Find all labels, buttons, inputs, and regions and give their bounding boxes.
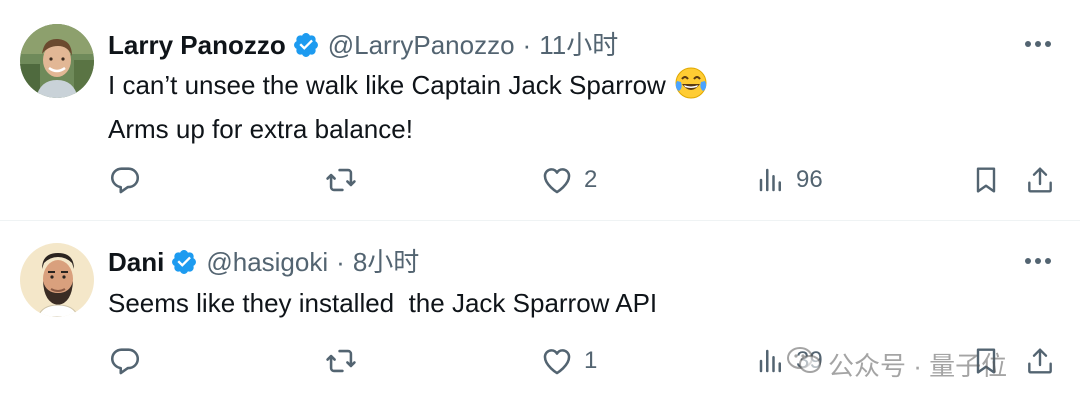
author-name[interactable]: Dani (108, 245, 164, 279)
timestamp[interactable]: 8小时 (353, 245, 419, 279)
tweet-text-line-2: Arms up for extra balance! (108, 114, 413, 144)
tweet-text-line-1: I can’t unsee the walk like Captain Jack… (108, 66, 708, 110)
tweet-text: Seems like they installed the Jack Sparr… (108, 284, 657, 322)
more-options-button[interactable] (1020, 32, 1056, 56)
author-name[interactable]: Larry Panozzo (108, 28, 286, 62)
reply-icon (110, 167, 140, 194)
more-options-button[interactable] (1020, 249, 1056, 273)
views-chart-icon (759, 349, 781, 373)
reply-button[interactable] (108, 160, 152, 200)
repost-icon (326, 168, 356, 192)
laughing-tears-emoji-icon (674, 66, 708, 110)
verified-badge-icon (292, 31, 320, 59)
like-button[interactable]: 2 (540, 160, 597, 200)
share-button[interactable] (1024, 160, 1056, 200)
heart-icon (543, 349, 571, 375)
reply-button[interactable] (108, 341, 152, 381)
tweet-text-line-1: Seems like they installed the Jack Sparr… (108, 288, 658, 318)
share-icon (1028, 348, 1052, 374)
repost-button[interactable] (324, 341, 368, 381)
views-chart-icon (759, 168, 781, 192)
repost-icon (326, 349, 356, 373)
author-handle[interactable]: @hasigoki (206, 245, 328, 279)
avatar-illustration-icon (20, 243, 94, 317)
separator-dot: · (522, 30, 532, 60)
bookmark-button[interactable] (970, 341, 1002, 381)
tweet-header: Larry Panozzo @LarryPanozzo · 11小时 (108, 28, 618, 62)
action-bar: 2 96 (0, 160, 1080, 200)
bookmark-button[interactable] (970, 160, 1002, 200)
tweet-text: I can’t unsee the walk like Captain Jack… (108, 66, 708, 148)
like-count: 1 (584, 347, 598, 374)
avatar[interactable] (20, 243, 94, 317)
views-button[interactable]: 96 (756, 160, 823, 200)
like-count: 2 (584, 166, 598, 193)
separator-dot: · (336, 247, 345, 277)
action-bar: 1 39 (0, 341, 1080, 381)
verified-badge-icon (170, 248, 198, 276)
like-button[interactable]: 1 (540, 341, 597, 381)
timestamp[interactable]: 11小时 (539, 28, 618, 62)
reply-icon (110, 348, 140, 375)
more-dots-icon (1025, 258, 1051, 264)
share-button[interactable] (1024, 341, 1056, 381)
author-handle[interactable]: @LarryPanozzo (328, 28, 515, 62)
view-count: 39 (796, 347, 823, 374)
avatar[interactable] (20, 24, 94, 98)
bookmark-icon (976, 348, 996, 374)
share-icon (1028, 167, 1052, 193)
avatar-photo-icon (20, 24, 94, 98)
repost-button[interactable] (324, 160, 368, 200)
tweet-header: Dani @hasigoki · 8小时 (108, 245, 419, 279)
tweet-text-line-1-content: I can’t unsee the walk like Captain Jack… (108, 70, 666, 100)
heart-icon (543, 168, 571, 194)
views-button[interactable]: 39 (756, 341, 823, 381)
tweet-2[interactable]: Dani @hasigoki · 8小时 Seems like they ins… (0, 221, 1080, 411)
bookmark-icon (976, 167, 996, 193)
tweet-1[interactable]: Larry Panozzo @LarryPanozzo · 11小时 I can… (0, 0, 1080, 220)
view-count: 96 (796, 166, 823, 193)
more-dots-icon (1025, 41, 1051, 47)
